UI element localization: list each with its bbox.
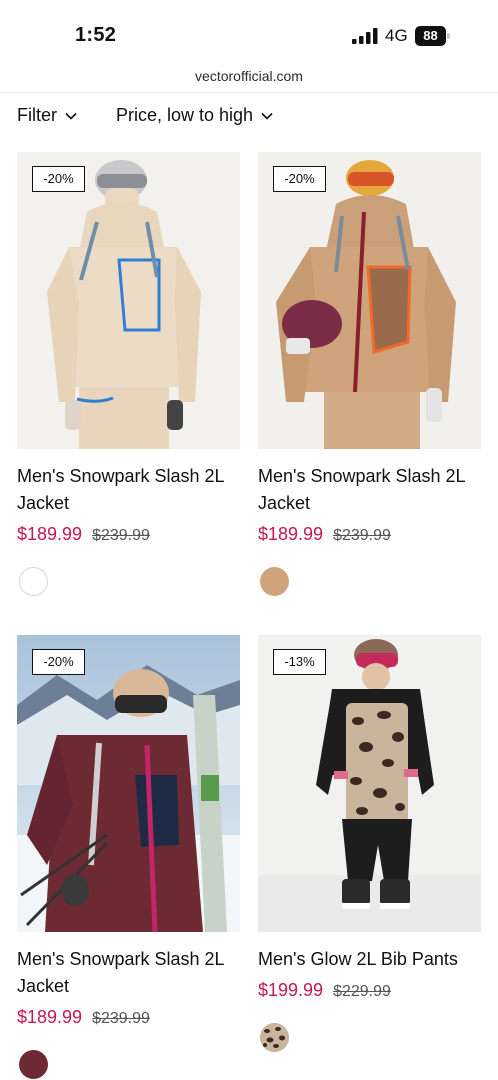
- status-time: 1:52: [75, 24, 117, 46]
- chevron-down-icon: [261, 112, 273, 120]
- discount-badge: -20%: [32, 649, 85, 675]
- battery-cap: [447, 33, 450, 39]
- color-swatch-leopard[interactable]: [260, 1023, 289, 1052]
- color-swatch-tan[interactable]: [260, 567, 289, 596]
- battery-level: 88: [415, 26, 446, 46]
- color-swatch-white[interactable]: [19, 567, 48, 596]
- sale-price: $189.99: [17, 1007, 83, 1027]
- status-bar: 1:52 4G 88: [0, 0, 498, 62]
- discount-badge: -20%: [32, 166, 85, 192]
- battery-icon: 88: [415, 26, 451, 46]
- filter-button[interactable]: Filter: [17, 105, 77, 126]
- price-row: $199.99 $229.99: [258, 980, 391, 1001]
- product-title[interactable]: Men's Glow 2L Bib Pants: [258, 946, 481, 973]
- network-type: 4G: [385, 26, 408, 45]
- product-title[interactable]: Men's Snowpark Slash 2L Jacket: [258, 463, 481, 517]
- url-text: vectorofficial.com: [195, 68, 303, 84]
- color-swatch-maroon[interactable]: [19, 1050, 48, 1079]
- sale-price: $189.99: [17, 524, 83, 544]
- product-title[interactable]: Men's Snowpark Slash 2L Jacket: [17, 946, 240, 1000]
- price-row: $189.99 $239.99: [258, 524, 391, 545]
- product-title[interactable]: Men's Snowpark Slash 2L Jacket: [17, 463, 240, 517]
- product-image[interactable]: -20%: [17, 152, 240, 449]
- original-price: $239.99: [333, 527, 391, 544]
- signal-bars-icon: [352, 28, 378, 44]
- sale-price: $189.99: [258, 524, 324, 544]
- discount-badge: -20%: [273, 166, 326, 192]
- product-image[interactable]: -20%: [17, 635, 240, 932]
- original-price: $229.99: [333, 983, 391, 1000]
- original-price: $239.99: [92, 527, 150, 544]
- original-price: $239.99: [92, 1010, 150, 1027]
- sort-label: Price, low to high: [116, 105, 254, 125]
- filter-label: Filter: [17, 105, 57, 125]
- price-row: $189.99 $239.99: [17, 524, 150, 545]
- discount-badge: -13%: [273, 649, 326, 675]
- filter-sort-toolbar: Filter Price, low to high: [0, 100, 498, 134]
- leopard-pattern-icon: [260, 1023, 289, 1052]
- sale-price: $199.99: [258, 980, 324, 1000]
- product-image[interactable]: -20%: [258, 152, 481, 449]
- address-bar[interactable]: vectorofficial.com: [0, 62, 498, 93]
- product-image[interactable]: -13%: [258, 635, 481, 932]
- chevron-down-icon: [65, 112, 77, 120]
- sort-dropdown[interactable]: Price, low to high: [116, 105, 273, 126]
- price-row: $189.99 $239.99: [17, 1007, 150, 1028]
